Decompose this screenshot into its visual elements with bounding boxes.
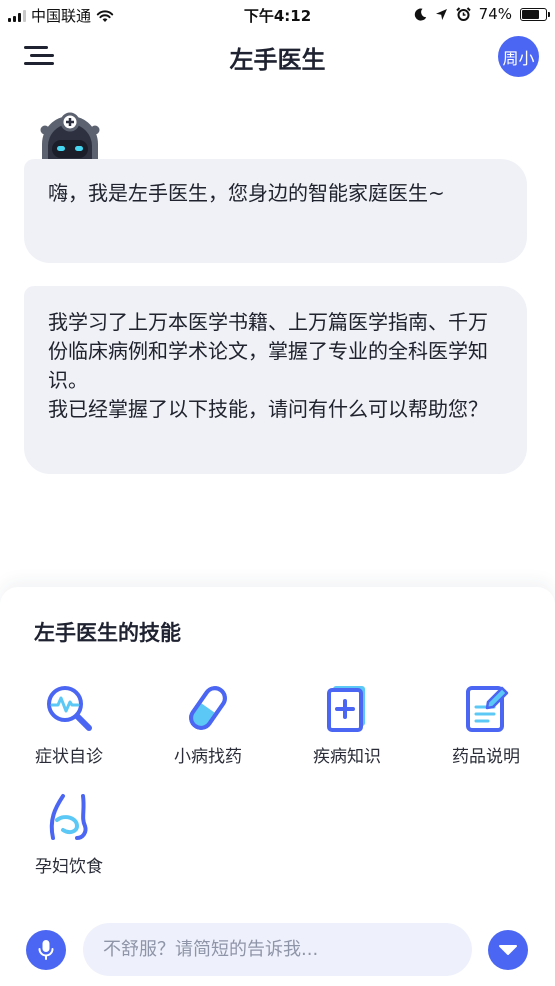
moon-icon: [414, 8, 426, 21]
skill-label: 疾病知识: [313, 747, 381, 767]
pregnancy-icon: [49, 794, 88, 840]
skill-pregnancy-diet[interactable]: 孕妇饮食: [9, 792, 129, 877]
medical-book-icon: [327, 686, 365, 732]
pill-icon: [189, 686, 227, 730]
skills-heading: 左手医生的技能: [34, 621, 181, 645]
message-text: 我学习了上万本医学书籍、上万篇医学指南、千万份临床病例和学术论文，掌握了专业的全…: [48, 310, 488, 392]
battery-fill: [522, 9, 540, 19]
chat-area: 嗨，我是左手医生，您身边的智能家庭医生~ 我学习了上万本医学书籍、上万篇医学指南…: [0, 82, 555, 587]
robot-doctor-icon: [40, 112, 100, 162]
message-input[interactable]: [83, 923, 472, 976]
page-title: 左手医生: [229, 46, 326, 74]
app-header: 左手医生 周小: [0, 30, 555, 82]
skill-symptom-check[interactable]: 症状自诊: [9, 682, 129, 767]
battery-icon: [520, 7, 550, 21]
screen: 中国联通 下午4:12 74% 左手医生 周小 嗨，我是左手医生，您身边的智能家…: [0, 0, 555, 986]
bot-message-greeting: 嗨，我是左手医生，您身边的智能家庭医生~: [24, 159, 527, 263]
skill-label: 症状自诊: [35, 747, 103, 767]
chevron-down-icon: [499, 945, 517, 955]
status-right: 74%: [414, 5, 550, 23]
skill-drug-instructions[interactable]: 药品说明: [426, 682, 546, 767]
skill-label: 药品说明: [452, 747, 520, 767]
battery-percent: 74%: [478, 5, 512, 23]
status-bar: 中国联通 下午4:12 74%: [0, 0, 555, 30]
input-bar: [0, 916, 555, 980]
alarm-icon: [455, 6, 471, 21]
symptom-search-icon: [47, 686, 92, 731]
prescription-document-icon: [466, 686, 509, 732]
bot-message-intro: 我学习了上万本医学书籍、上万篇医学指南、千万份临床病例和学术论文，掌握了专业的全…: [24, 286, 527, 474]
microphone-icon: [38, 940, 54, 960]
message-text: 我已经掌握了以下技能，请问有什么可以帮助您？: [48, 397, 488, 421]
skill-disease-knowledge[interactable]: 疾病知识: [287, 682, 407, 767]
skill-label: 孕妇饮食: [35, 857, 103, 877]
skill-find-medicine[interactable]: 小病找药: [148, 682, 268, 767]
avatar[interactable]: 周小: [498, 36, 539, 77]
collapse-panel-button[interactable]: [488, 930, 528, 970]
voice-input-button[interactable]: [26, 930, 66, 970]
location-arrow-icon: [435, 8, 447, 20]
message-text: 嗨，我是左手医生，您身边的智能家庭医生~: [48, 181, 445, 205]
skill-label: 小病找药: [174, 747, 242, 767]
